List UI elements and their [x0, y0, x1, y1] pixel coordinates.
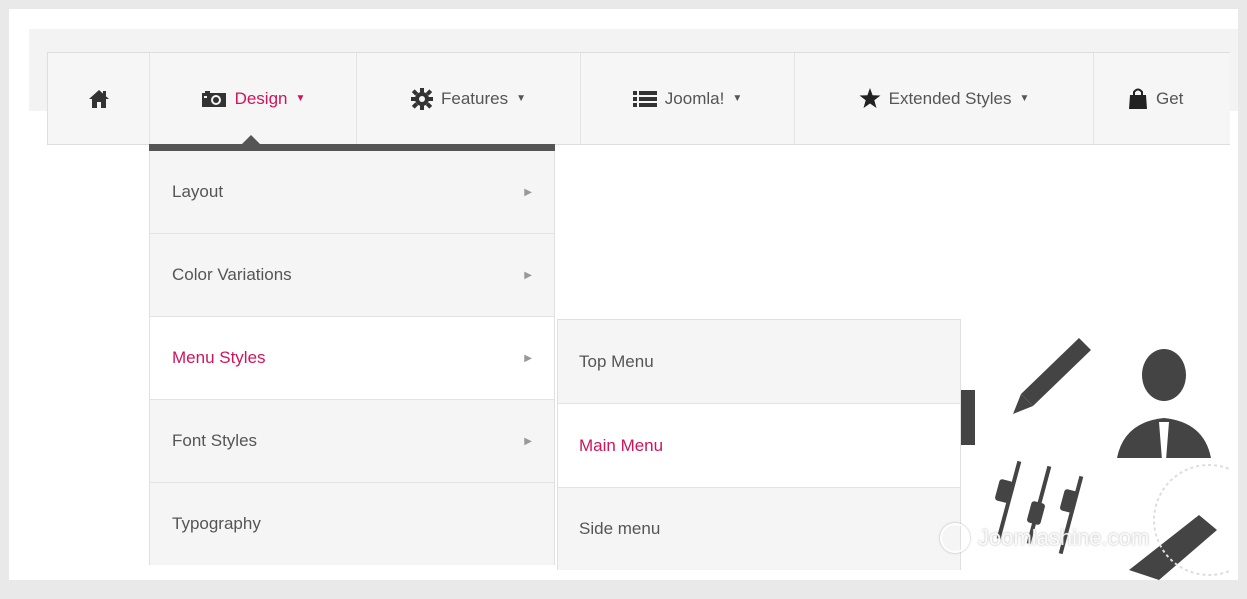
submenu-item-main-menu[interactable]: Main Menu: [558, 404, 960, 488]
submenu-item-label: Top Menu: [579, 351, 654, 371]
watermark-logo-icon: [940, 523, 970, 553]
pen-icon: [1013, 338, 1091, 414]
active-indicator-arrow: [242, 135, 260, 144]
nav-item-extended-styles[interactable]: Extended Styles ▼: [795, 53, 1094, 144]
main-navbar: Design ▼ Features ▼ Joomla! ▼ Extended S…: [47, 52, 1230, 145]
caret-right-icon: ▶: [524, 352, 532, 364]
dropdown-item-label: Layout: [172, 182, 224, 201]
nav-item-design[interactable]: Design ▼: [150, 53, 357, 144]
dropdown-item-label: Typography: [172, 514, 261, 533]
nav-label-features: Features: [441, 88, 509, 108]
home-icon: [88, 89, 110, 109]
active-indicator-bar: [149, 144, 555, 151]
menu-styles-submenu: Top Menu Main Menu Side menu: [557, 319, 961, 570]
nav-label-joomla: Joomla!: [664, 88, 725, 108]
watermark: Joomlashine.com: [940, 523, 1149, 553]
dropdown-item-label: Menu Styles: [172, 348, 266, 367]
caret-down-icon: ▼: [1019, 93, 1030, 104]
list-icon: [632, 90, 657, 108]
caret-right-icon: ▶: [524, 435, 532, 447]
gear-icon: [411, 87, 433, 110]
ruler-icon: [961, 390, 975, 445]
caret-down-icon: ▼: [516, 93, 526, 104]
dropdown-item-menu-styles[interactable]: Menu Styles ▶: [150, 317, 554, 400]
caret-down-icon: ▼: [295, 93, 306, 104]
caret-right-icon: ▶: [524, 269, 532, 281]
nav-item-home[interactable]: [48, 53, 150, 144]
dropdown-item-label: Font Styles: [172, 431, 258, 450]
dropdown-item-font-styles[interactable]: Font Styles ▶: [150, 400, 554, 483]
submenu-item-top-menu[interactable]: Top Menu: [558, 320, 960, 404]
nav-label-design: Design: [234, 88, 288, 108]
dropdown-item-label: Color Variations: [172, 265, 292, 284]
submenu-item-label: Side menu: [579, 519, 661, 538]
submenu-item-side-menu[interactable]: Side menu: [558, 488, 960, 570]
caret-right-icon: ▶: [524, 186, 532, 198]
caret-down-icon: ▼: [732, 93, 743, 104]
nav-item-joomla[interactable]: Joomla! ▼: [581, 53, 795, 144]
dropdown-item-typography[interactable]: Typography: [150, 483, 554, 565]
shopping-bag-icon: [1128, 88, 1148, 110]
submenu-item-label: Main Menu: [579, 435, 664, 455]
camera-icon: [201, 90, 227, 108]
dropdown-item-color-variations[interactable]: Color Variations ▶: [150, 234, 554, 317]
dropdown-item-layout[interactable]: Layout ▶: [150, 151, 554, 234]
nav-item-get[interactable]: Get: [1094, 53, 1229, 144]
watermark-text: Joomlashine.com: [978, 525, 1150, 550]
nav-item-features[interactable]: Features ▼: [357, 53, 581, 144]
design-dropdown-menu: Layout ▶ Color Variations ▶ Menu Styles …: [149, 151, 555, 565]
person-icon: [1117, 349, 1211, 460]
star-icon: [859, 88, 881, 109]
nav-label-get: Get: [1156, 88, 1184, 108]
nav-label-extended-styles: Extended Styles: [888, 88, 1012, 108]
